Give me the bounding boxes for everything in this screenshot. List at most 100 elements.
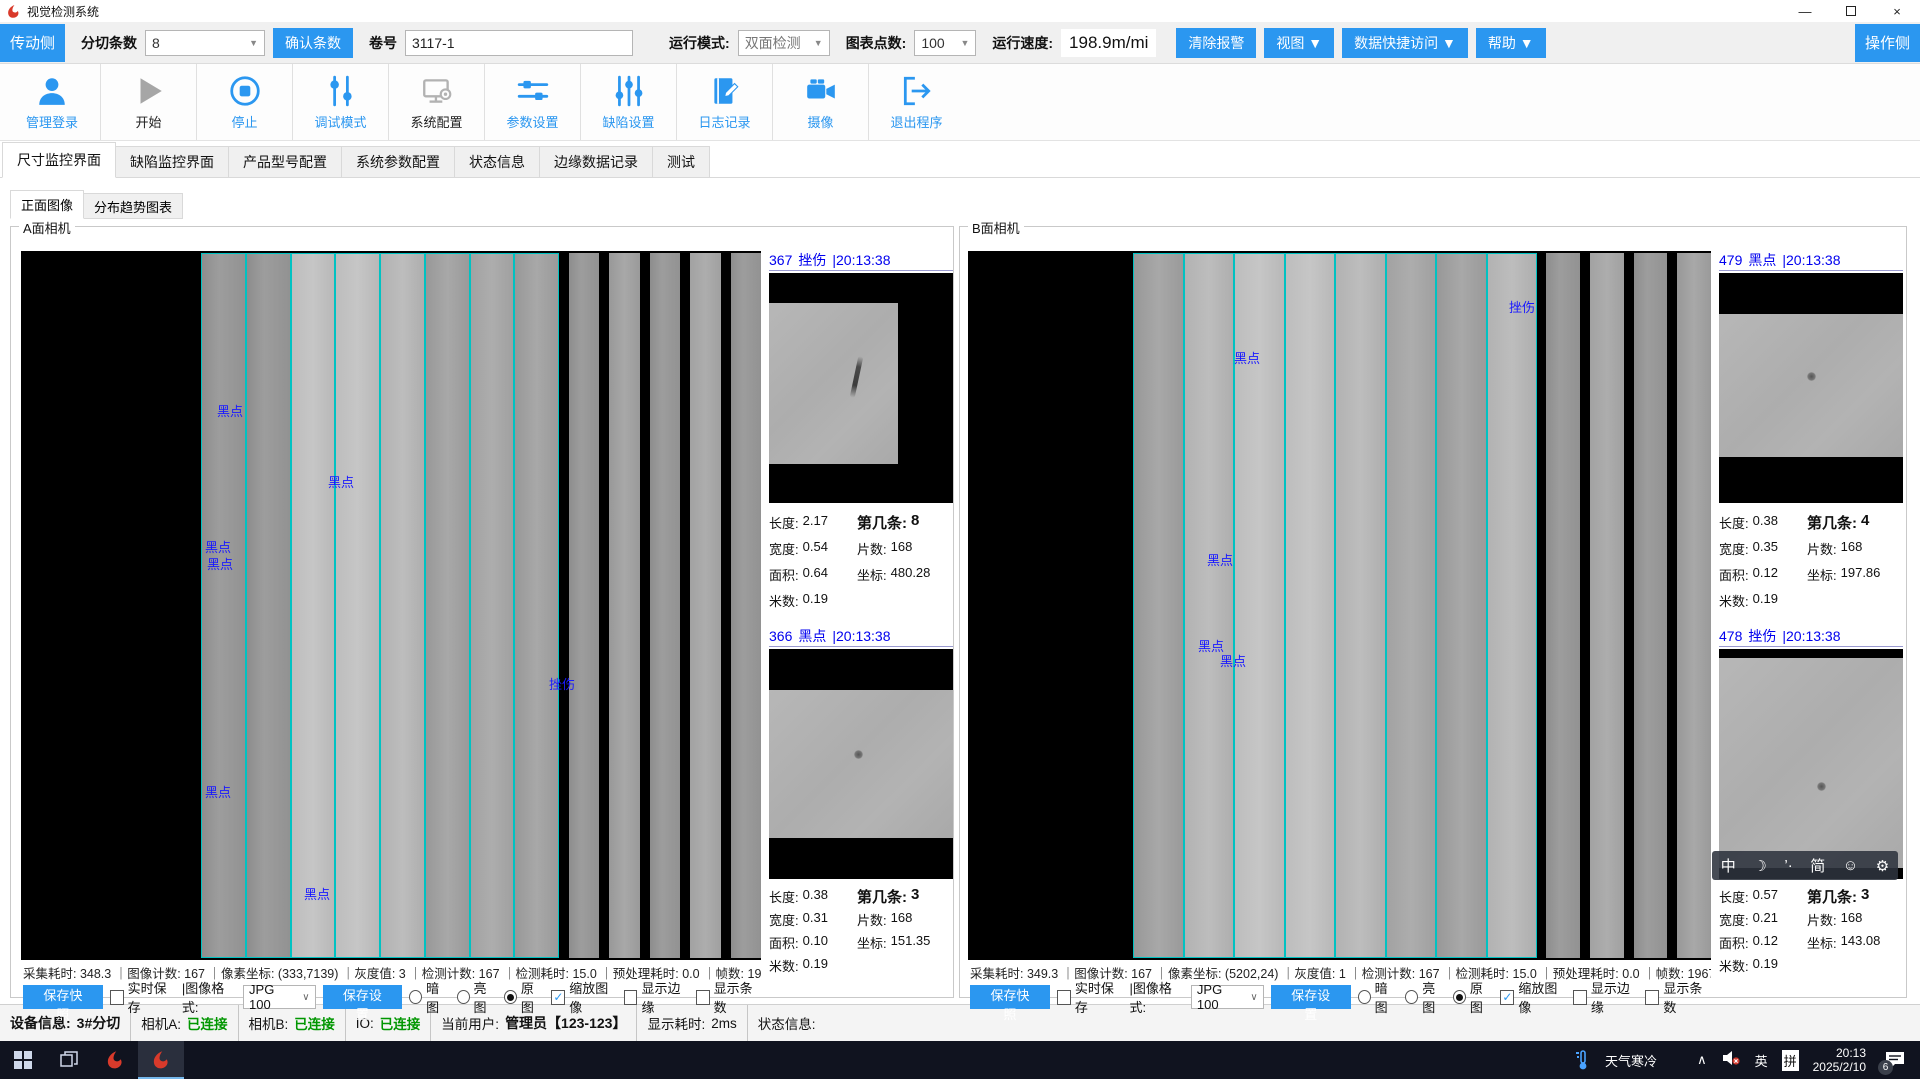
drive-side-button[interactable]: 传动侧 bbox=[0, 24, 65, 62]
exit-program-button[interactable]: 退出程序 bbox=[868, 64, 964, 140]
bright-image-radio[interactable] bbox=[1405, 990, 1418, 1004]
thermometer-icon bbox=[1575, 1050, 1591, 1070]
dark-image-radio[interactable] bbox=[1358, 990, 1371, 1004]
defect-card: 479黑点|20:13:38 长度:0.38 第几条:4 宽度:0.35 bbox=[1719, 249, 1903, 605]
tab-status-info[interactable]: 状态信息 bbox=[455, 146, 540, 178]
tab-product-model-config[interactable]: 产品型号配置 bbox=[229, 146, 342, 178]
taskbar-app-icon-active[interactable] bbox=[138, 1041, 184, 1079]
operate-side-button[interactable]: 操作侧 bbox=[1855, 24, 1920, 62]
taskbar-clock[interactable]: 20:13 2025/2/10 bbox=[1813, 1046, 1866, 1074]
save-snapshot-button[interactable]: 保存快照 bbox=[970, 985, 1050, 1009]
stop-button[interactable]: 停止 bbox=[196, 64, 292, 140]
chart-points-select[interactable]: 100▼ bbox=[914, 30, 976, 56]
roll-number-input[interactable]: 3117-1 bbox=[405, 30, 633, 56]
view-menu-button[interactable]: 视图 ▼ bbox=[1264, 28, 1334, 58]
defect-marker-label: 黑点 bbox=[207, 554, 233, 573]
log-record-button[interactable]: 日志记录 bbox=[676, 64, 772, 140]
taskbar-date: 2025/2/10 bbox=[1813, 1060, 1866, 1074]
bright-image-radio[interactable] bbox=[457, 990, 470, 1004]
defect-title: 367挫伤|20:13:38 bbox=[769, 249, 953, 271]
run-mode-select[interactable]: 双面检测▼ bbox=[738, 30, 830, 56]
defect-title: 478挫伤|20:13:38 bbox=[1719, 625, 1903, 647]
taskbar-app-icon[interactable] bbox=[92, 1041, 138, 1079]
defect-marker-label: 黑点 bbox=[205, 782, 231, 801]
zoom-image-checkbox[interactable] bbox=[1500, 990, 1514, 1005]
original-image-radio[interactable] bbox=[504, 990, 517, 1004]
ime-floating-bar: 中 ☽ ’· 简 ☺ ⚙ bbox=[1712, 851, 1898, 880]
camera-b-panel: B面相机 挫伤 黑点 黑点 黑点 黑点 479黑点|20:13:38 bbox=[959, 226, 1907, 998]
ime-punct-icon[interactable]: ’· bbox=[1784, 857, 1792, 874]
help-menu-button[interactable]: 帮助 ▼ bbox=[1476, 28, 1546, 58]
show-edge-checkbox[interactable] bbox=[1573, 990, 1587, 1005]
io-conn-status: 已连接 bbox=[380, 1013, 421, 1033]
save-snapshot-button[interactable]: 保存快照 bbox=[23, 985, 103, 1009]
defect-marker-label: 黑点 bbox=[1234, 348, 1260, 367]
capture-camera-button[interactable]: 摄像 bbox=[772, 64, 868, 140]
subtab-front-image[interactable]: 正面图像 bbox=[10, 190, 84, 219]
weather-text[interactable]: 天气寒冷 bbox=[1605, 1051, 1657, 1070]
defect-marker-label: 黑点 bbox=[304, 884, 330, 903]
save-settings-button[interactable]: 保存设置 bbox=[1271, 985, 1351, 1009]
defect-thumbnail[interactable] bbox=[769, 273, 953, 503]
icon-toolbar: 管理登录 开始 停止 调试模式 bbox=[0, 64, 1920, 141]
minimize-button[interactable]: — bbox=[1782, 0, 1828, 22]
ime-mode-toggle[interactable]: 中 bbox=[1721, 855, 1736, 876]
ime-indicator[interactable]: 拼 bbox=[1782, 1050, 1799, 1071]
ime-emoji-icon[interactable]: ☺ bbox=[1843, 857, 1858, 874]
slit-count-select[interactable]: 8▼ bbox=[145, 30, 265, 56]
stop-icon bbox=[228, 74, 262, 108]
tab-test[interactable]: 测试 bbox=[653, 146, 710, 178]
zoom-image-checkbox[interactable] bbox=[551, 990, 565, 1005]
defect-thumbnail[interactable] bbox=[1719, 273, 1903, 503]
defect-title: 366黑点|20:13:38 bbox=[769, 625, 953, 647]
tray-expand-chevron[interactable]: ∧ bbox=[1697, 1052, 1707, 1068]
realtime-save-checkbox[interactable] bbox=[1057, 990, 1071, 1005]
start-button[interactable] bbox=[0, 1041, 46, 1079]
system-config-button[interactable]: 系统配置 bbox=[388, 64, 484, 140]
tab-defect-monitor[interactable]: 缺陷监控界面 bbox=[116, 146, 229, 178]
notification-center-button[interactable]: 6 bbox=[1880, 1046, 1910, 1074]
display-time-label: 显示耗时: bbox=[647, 1013, 705, 1033]
dark-image-radio[interactable] bbox=[409, 990, 422, 1004]
camera-b-edge-strips bbox=[1546, 253, 1711, 958]
show-edge-checkbox[interactable] bbox=[624, 990, 638, 1005]
clear-alarm-button[interactable]: 清除报警 bbox=[1176, 28, 1256, 58]
save-settings-button[interactable]: 保存设置 bbox=[323, 985, 403, 1009]
camera-a-title: A面相机 bbox=[19, 218, 75, 237]
close-button[interactable]: × bbox=[1874, 0, 1920, 22]
original-image-radio[interactable] bbox=[1453, 990, 1466, 1004]
camera-b-strip-zone bbox=[1133, 253, 1537, 958]
image-format-select[interactable]: JPG 100∨ bbox=[243, 985, 316, 1009]
show-strips-checkbox[interactable] bbox=[1645, 990, 1659, 1005]
ime-simplified-toggle[interactable]: 简 bbox=[1810, 855, 1825, 876]
status-info-label: 状态信息: bbox=[758, 1013, 816, 1033]
tab-system-param-config[interactable]: 系统参数配置 bbox=[342, 146, 455, 178]
tab-edge-data-record[interactable]: 边缘数据记录 bbox=[540, 146, 653, 178]
defect-thumbnail[interactable] bbox=[769, 649, 953, 879]
show-strips-checkbox[interactable] bbox=[696, 990, 710, 1005]
admin-login-button[interactable]: 管理登录 bbox=[4, 64, 100, 140]
defect-settings-button[interactable]: 缺陷设置 bbox=[580, 64, 676, 140]
defect-thumbnail[interactable] bbox=[1719, 649, 1903, 879]
maximize-button[interactable] bbox=[1828, 0, 1874, 22]
ime-fullhalf-icon[interactable]: ☽ bbox=[1753, 857, 1766, 875]
param-settings-button[interactable]: 参数设置 bbox=[484, 64, 580, 140]
monitor-gear-icon bbox=[420, 74, 454, 108]
defect-marker-label: 黑点 bbox=[1207, 550, 1233, 569]
task-view-button[interactable] bbox=[46, 1041, 92, 1079]
image-format-select[interactable]: JPG 100∨ bbox=[1191, 985, 1264, 1009]
ime-settings-gear-icon[interactable]: ⚙ bbox=[1876, 857, 1889, 875]
run-mode-label: 运行模式: bbox=[669, 33, 730, 53]
debug-mode-button[interactable]: 调试模式 bbox=[292, 64, 388, 140]
subtab-trend-chart[interactable]: 分布趋势图表 bbox=[84, 193, 183, 219]
camera-b-controls: 保存快照 实时保存 |图像格式: JPG 100∨ 保存设置 暗图 亮图 原图 … bbox=[970, 984, 1711, 1010]
volume-muted-icon[interactable] bbox=[1721, 1050, 1741, 1071]
realtime-save-checkbox[interactable] bbox=[110, 990, 124, 1005]
start-button[interactable]: 开始 bbox=[100, 64, 196, 140]
chevron-down-icon: ∨ bbox=[302, 992, 309, 1003]
confirm-count-button[interactable]: 确认条数 bbox=[273, 28, 353, 58]
chevron-down-icon: ▼ bbox=[806, 38, 823, 48]
language-indicator[interactable]: 英 bbox=[1755, 1051, 1768, 1070]
tab-size-monitor[interactable]: 尺寸监控界面 bbox=[2, 142, 116, 178]
data-quick-access-menu-button[interactable]: 数据快捷访问 ▼ bbox=[1342, 28, 1468, 58]
